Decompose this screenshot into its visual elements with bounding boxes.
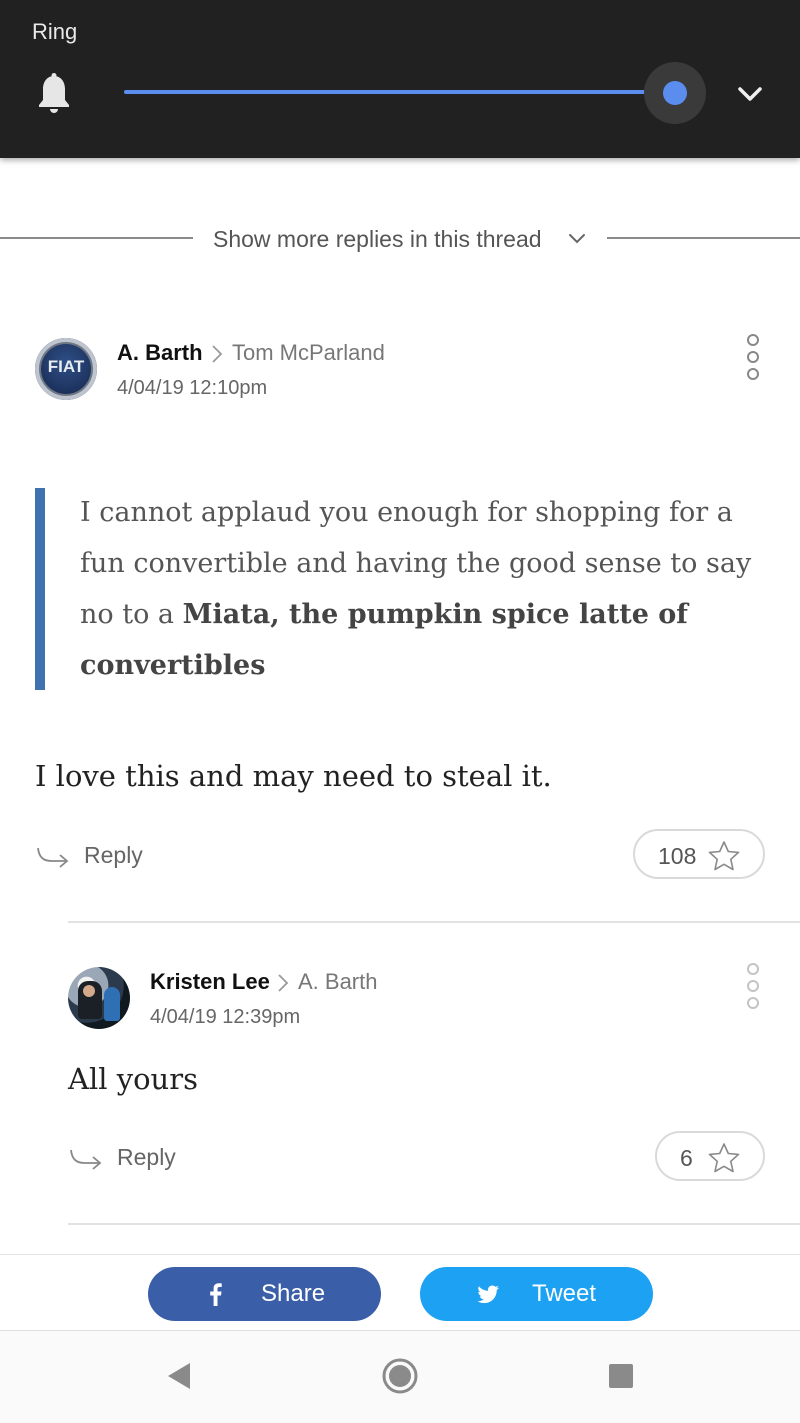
star-count: 108 <box>658 843 697 869</box>
more-options-icon[interactable] <box>746 333 760 381</box>
bell-icon[interactable] <box>36 72 72 116</box>
back-triangle-icon[interactable] <box>165 1361 193 1391</box>
twitter-icon <box>477 1285 499 1304</box>
chevron-down-icon <box>569 234 585 244</box>
home-circle-icon[interactable] <box>381 1357 419 1395</box>
facebook-share-button[interactable]: Share <box>148 1267 381 1321</box>
comment-author[interactable]: A. Barth <box>117 340 203 366</box>
avatar[interactable]: FIAT <box>35 338 97 400</box>
volume-slider-thumb[interactable] <box>663 81 687 105</box>
comment-reply-to[interactable]: A. Barth <box>298 969 377 995</box>
reply-button[interactable]: Reply <box>69 1140 209 1176</box>
star-button[interactable]: 6 <box>655 1131 765 1181</box>
star-button[interactable]: 108 <box>633 829 765 879</box>
comment-body: I love this and may need to steal it. <box>35 759 552 793</box>
divider <box>68 1223 800 1225</box>
facebook-icon <box>210 1283 222 1306</box>
facebook-share-label: Share <box>261 1280 326 1307</box>
divider-line <box>0 237 193 239</box>
blockquote: I cannot applaud you enough for shopping… <box>80 487 760 691</box>
quote-bar <box>35 488 45 690</box>
star-icon <box>708 1143 740 1173</box>
divider-line <box>607 237 800 239</box>
star-count: 6 <box>680 1145 693 1171</box>
star-icon <box>708 841 740 871</box>
reply-button[interactable]: Reply <box>36 838 176 874</box>
reply-arrow-icon <box>70 1149 102 1170</box>
comment-body: All yours <box>68 1062 198 1096</box>
comment-reply-to[interactable]: Tom McParland <box>232 340 385 366</box>
chevron-right-icon <box>278 974 289 992</box>
show-more-replies[interactable]: Show more replies in this thread <box>0 218 800 258</box>
comment-author[interactable]: Kristen Lee <box>150 969 270 995</box>
recents-square-icon[interactable] <box>608 1363 634 1389</box>
avatar-figure <box>104 987 120 1021</box>
twitter-tweet-label: Tweet <box>532 1280 597 1307</box>
reply-label: Reply <box>84 842 143 868</box>
comment-timestamp[interactable]: 4/04/19 12:39pm <box>150 1006 300 1029</box>
comment-timestamp[interactable]: 4/04/19 12:10pm <box>117 377 267 400</box>
avatar-face <box>83 985 95 997</box>
system-nav-bar <box>0 1330 800 1423</box>
volume-stream-label: Ring <box>32 19 78 44</box>
avatar-logo-text: FIAT <box>47 357 85 376</box>
more-options-icon[interactable] <box>746 962 760 1010</box>
volume-slider-track[interactable] <box>124 90 675 94</box>
avatar[interactable] <box>68 967 130 1029</box>
reply-arrow-icon <box>37 847 69 868</box>
twitter-tweet-button[interactable]: Tweet <box>420 1267 653 1321</box>
chevron-right-icon <box>212 345 223 363</box>
show-more-replies-label: Show more replies in this thread <box>213 226 542 252</box>
reply-label: Reply <box>117 1144 176 1170</box>
divider <box>68 921 800 923</box>
volume-panel: Ring <box>0 0 800 158</box>
chevron-down-icon[interactable] <box>736 82 764 106</box>
share-bar: Share Tweet <box>0 1254 800 1331</box>
